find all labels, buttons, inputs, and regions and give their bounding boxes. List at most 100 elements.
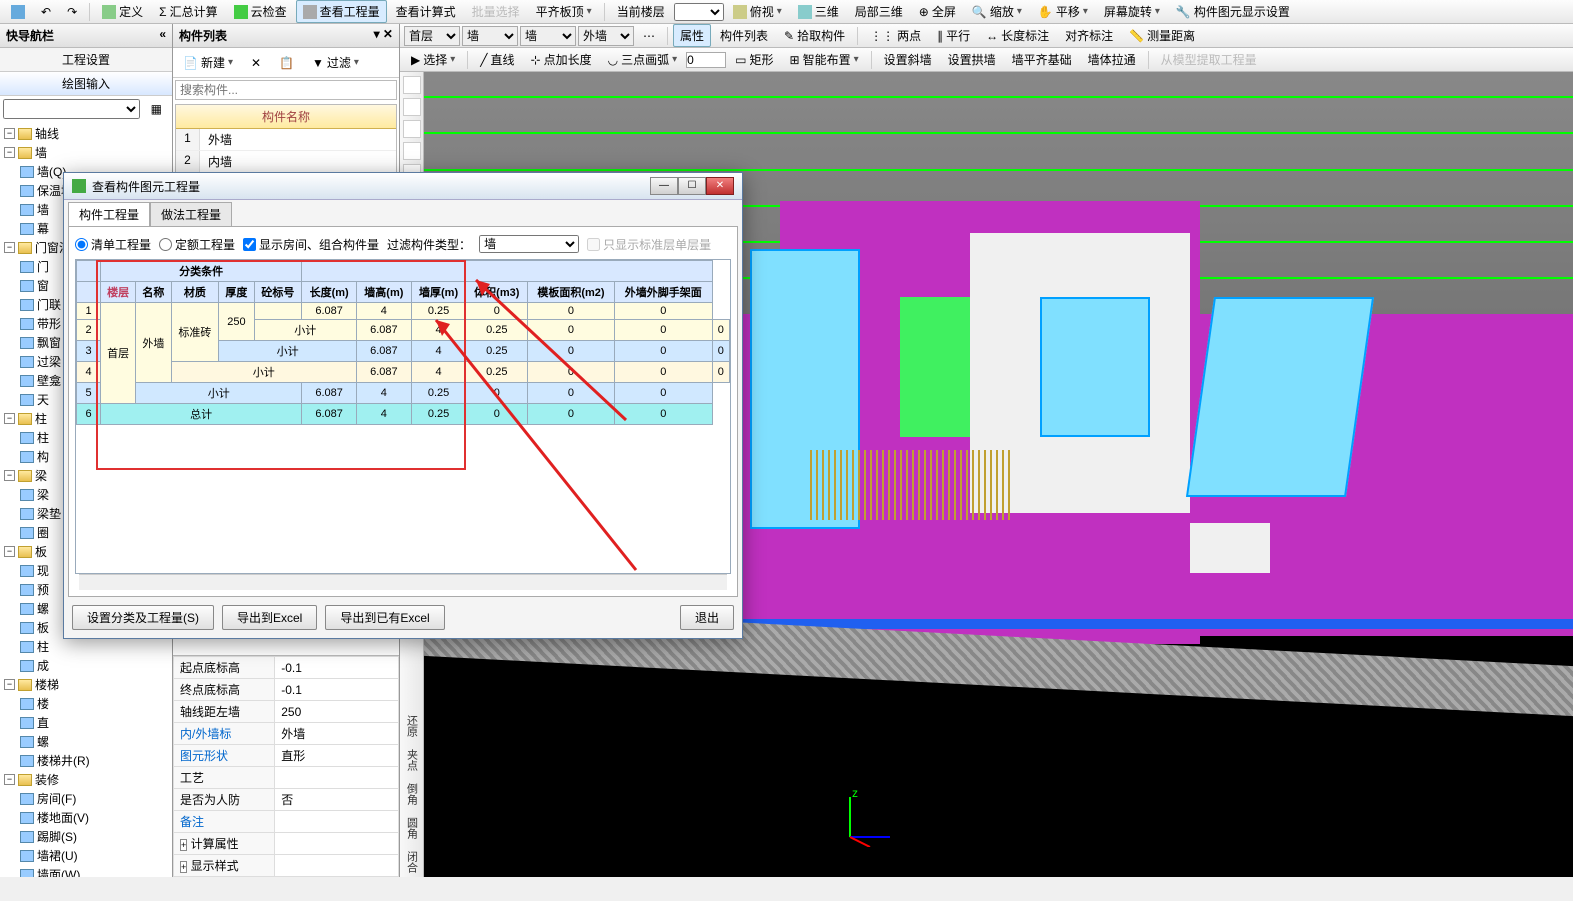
delete-icon[interactable]: ✕ [244, 53, 268, 73]
chk-single[interactable]: 只显示标准层单层量 [587, 236, 711, 253]
zoom-button[interactable]: 🔍 缩放▾ [965, 0, 1029, 23]
parallel-button[interactable]: ∥平行 [930, 24, 977, 47]
cat2-select[interactable]: 墙 [520, 26, 576, 46]
tree-item[interactable]: 楼 [2, 694, 170, 713]
quantity-table[interactable]: 分类条件 楼层名称材质厚度砼标号 长度(m)墙高(m)墙厚(m)体积(m3)模板… [75, 259, 731, 574]
copy-icon[interactable]: 📋 [272, 53, 301, 73]
chevron-icon[interactable]: « [159, 27, 166, 44]
exit-button[interactable]: 退出 [680, 605, 734, 630]
local-3d-button[interactable]: 局部三维 [848, 0, 910, 23]
redo-icon[interactable]: ↷ [60, 2, 84, 22]
table-row[interactable]: 6总计6.08740.25000 [77, 404, 730, 425]
thru-button[interactable]: 墙体拉通 [1081, 48, 1143, 71]
current-floor-label: 当前楼层 [610, 0, 672, 23]
drawing-input-tab[interactable]: 绘图输入 [0, 72, 172, 96]
align-dim-button[interactable]: 对齐标注 [1058, 24, 1120, 47]
tree-folder-axis[interactable]: 轴线 [35, 125, 59, 142]
batch-select-button[interactable]: 批量选择 [465, 0, 527, 23]
3d-button[interactable]: 三维 [791, 0, 846, 23]
display-settings-button[interactable]: 🔧 构件图元显示设置 [1169, 0, 1297, 23]
project-settings-tab[interactable]: 工程设置 [0, 48, 172, 72]
tree-item[interactable]: 楼梯井(R) [2, 751, 170, 770]
align-slab-button[interactable]: 平齐板顶▾ [529, 0, 599, 23]
twopoint-button[interactable]: ⋮⋮两点 [863, 24, 928, 47]
cat1-select[interactable]: 墙 [462, 26, 518, 46]
tree-item[interactable]: 墙裙(U) [2, 846, 170, 865]
arc-button[interactable]: ◡三点画弧▾ [601, 48, 685, 71]
tree-item[interactable]: 螺 [2, 732, 170, 751]
tree-folder-slab[interactable]: 板 [35, 543, 47, 560]
table-row[interactable]: 1首层外墙标准砖2506.08740.25000 [77, 303, 730, 320]
new-component-button[interactable]: 📄新建▾ [176, 51, 240, 74]
screen-rotate-button[interactable]: 屏幕旋转▾ [1097, 0, 1167, 23]
slope-button[interactable]: 设置斜墙 [877, 48, 939, 71]
fullscreen-button[interactable]: ⊕ 全屏 [912, 0, 963, 23]
extract-button[interactable]: 从模型提取工程量 [1154, 48, 1264, 71]
floor-select[interactable] [674, 3, 724, 21]
tree-item[interactable]: 楼地面(V) [2, 808, 170, 827]
rect-button[interactable]: ▭矩形 [728, 48, 780, 71]
pan-button[interactable]: ✋ 平移▾ [1031, 0, 1095, 23]
table-row[interactable]: 4小计6.08740.25000 [77, 362, 730, 383]
addlen-button[interactable]: ⊹点加长度 [524, 48, 599, 71]
save-icon[interactable] [4, 2, 32, 22]
nav-tool-icon[interactable]: ▦ [144, 99, 169, 119]
table-row[interactable]: 5小计6.08740.25000 [77, 383, 730, 404]
more-icon[interactable]: ⋯ [636, 26, 662, 46]
tree-item[interactable]: 柱 [2, 637, 170, 656]
tree-item[interactable]: 房间(F) [2, 789, 170, 808]
tree-folder-deco[interactable]: 装修 [35, 771, 59, 788]
floor-select-2[interactable]: 首层 [404, 26, 460, 46]
pick-button[interactable]: ✎拾取构件 [777, 24, 852, 47]
tree-item[interactable]: 踢脚(S) [2, 827, 170, 846]
smart-button[interactable]: ⊞智能布置▾ [783, 48, 866, 71]
measure-button[interactable]: 📏测量距离 [1122, 24, 1202, 47]
arc-value-input[interactable] [686, 52, 726, 68]
nav-filter-select[interactable] [3, 99, 140, 119]
tree-folder-col[interactable]: 柱 [35, 410, 47, 427]
filter-type-select[interactable]: 墙 [479, 235, 579, 253]
clist-button[interactable]: 构件列表 [713, 24, 775, 47]
tree-item[interactable]: 墙面(W) [2, 865, 170, 877]
line-button[interactable]: ╱直线 [473, 48, 521, 71]
cloud-check-button[interactable]: 云检查 [227, 0, 294, 23]
tree-folder-beam[interactable]: 梁 [35, 467, 47, 484]
select-button[interactable]: ▶选择▾ [404, 48, 462, 71]
length-button[interactable]: ↔长度标注 [979, 24, 1056, 47]
sum-button[interactable]: Σ 汇总计算 [152, 0, 224, 23]
close-button[interactable]: ✕ [706, 177, 734, 195]
cat3-select[interactable]: 外墙 [578, 26, 634, 46]
export-excel-button[interactable]: 导出到Excel [222, 605, 317, 630]
undo-icon[interactable]: ↶ [34, 2, 58, 22]
tab-component-qty[interactable]: 构件工程量 [68, 202, 150, 226]
dialog-titlebar[interactable]: 查看构件图元工程量 — ☐ ✕ [64, 173, 742, 200]
search-input[interactable] [175, 80, 397, 100]
attr-button[interactable]: 属性 [673, 24, 711, 47]
tab-method-qty[interactable]: 做法工程量 [150, 202, 232, 226]
component-row[interactable]: 2内墙 [176, 151, 396, 173]
component-row[interactable]: 1外墙 [176, 129, 396, 151]
chk-room[interactable]: 显示房间、组合构件量 [243, 236, 379, 253]
tree-folder-wall[interactable]: 墙 [35, 144, 47, 161]
expand-icon[interactable]: − [4, 128, 15, 139]
nav-title: 快导航栏« [0, 24, 172, 48]
view-formula-button[interactable]: 查看计算式 [389, 0, 463, 23]
arch-button[interactable]: 设置拱墙 [941, 48, 1003, 71]
radio-bill[interactable]: 清单工程量 [75, 236, 151, 253]
base-button[interactable]: 墙平齐基础 [1005, 48, 1079, 71]
radio-quota[interactable]: 定额工程量 [159, 236, 235, 253]
view-quantity-button[interactable]: 查看工程量 [296, 0, 387, 23]
top-view-button[interactable]: 俯视▾ [726, 0, 789, 23]
set-classify-button[interactable]: 设置分类及工程量(S) [72, 605, 214, 630]
tree-item[interactable]: 直 [2, 713, 170, 732]
tree-folder-stair[interactable]: 楼梯 [35, 676, 59, 693]
minimize-button[interactable]: — [650, 177, 678, 195]
tree-item[interactable]: 成 [2, 656, 170, 675]
filter-button[interactable]: ▼过滤▾ [305, 51, 366, 74]
horizontal-scrollbar[interactable] [79, 574, 727, 590]
filter-label: 过滤构件类型： [387, 236, 471, 253]
maximize-button[interactable]: ☐ [678, 177, 706, 195]
export-existing-button[interactable]: 导出到已有Excel [325, 605, 444, 630]
define-button[interactable]: 定义 [95, 0, 150, 23]
property-grid[interactable]: 起点底标高-0.1终点底标高-0.1轴线距左墙250内/外墙标外墙图元形状直形工… [173, 655, 399, 877]
